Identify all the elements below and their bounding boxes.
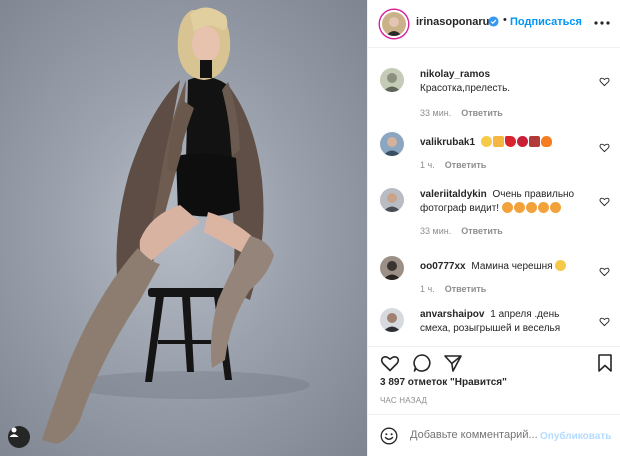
emoji-bouquet <box>528 136 540 147</box>
commenter-avatar[interactable] <box>380 256 404 280</box>
emoji-heart-eyes <box>549 202 561 213</box>
emoji-neutral-face <box>480 136 492 147</box>
comment-text: valeriitaldykin Очень правильно фотограф… <box>420 188 590 216</box>
smiley-icon[interactable] <box>380 427 398 445</box>
comment-username[interactable]: anvarshaipov <box>420 309 484 320</box>
emoji-grinning-face <box>555 260 567 271</box>
comment-meta: 1 ч. Ответить <box>420 284 486 294</box>
comment-text: valikrubak1 <box>420 136 590 150</box>
comment-age: 1 ч. <box>420 284 435 294</box>
action-bar <box>368 346 620 374</box>
post-header: irinasoponaru • Подписаться <box>368 0 620 48</box>
comment-age: 33 мин. <box>420 226 452 236</box>
comment-like-heart-icon[interactable] <box>599 142 610 153</box>
user-tag-icon[interactable] <box>8 426 30 448</box>
add-comment-input[interactable] <box>410 429 538 441</box>
emoji-heart-eyes <box>537 202 549 213</box>
add-comment-bar: Опубликовать <box>368 414 620 456</box>
reply-button[interactable]: Ответить <box>461 108 503 118</box>
commenter-avatar[interactable] <box>380 68 404 92</box>
comment-icon[interactable] <box>412 353 432 373</box>
emoji-red-heart <box>504 136 516 147</box>
comment-item: valeriitaldykin Очень правильно фотограф… <box>380 188 610 242</box>
comment-username[interactable]: valikrubak1 <box>420 137 475 148</box>
comment-username[interactable]: nikolay_ramos <box>420 69 490 80</box>
post-timestamp: ЧАС НАЗАД <box>380 396 428 405</box>
comment-item: nikolay_ramos Красотка,прелесть. 33 мин.… <box>380 68 610 118</box>
separator-dot: • <box>503 14 507 26</box>
comment-body: Мамина черешня <box>471 261 553 272</box>
follow-button[interactable]: Подписаться <box>510 16 582 28</box>
author-username[interactable]: irinasoponaru <box>416 16 489 28</box>
bookmark-icon[interactable] <box>595 353 615 373</box>
comment-item: anvarshaipov 1 апреля .день смеха, розыг… <box>380 308 610 346</box>
comment-item: oo0777xx Мамина черешня 1 ч. Ответить <box>380 256 610 296</box>
commenter-avatar[interactable] <box>380 132 404 156</box>
comment-age: 33 мин. <box>420 108 452 118</box>
photo-illustration <box>42 7 310 444</box>
emoji-heart-eyes <box>525 202 537 213</box>
comment-body: Красотка,прелесть. <box>420 83 511 94</box>
comment-meta: 33 мин. Ответить <box>420 108 503 118</box>
more-icon[interactable] <box>593 15 611 31</box>
comment-like-heart-icon[interactable] <box>599 76 610 87</box>
reply-button[interactable]: Ответить <box>445 160 487 170</box>
commenter-avatar[interactable] <box>380 308 404 332</box>
post-photo[interactable] <box>0 0 367 456</box>
emoji-heart-eyes <box>513 202 525 213</box>
comment-username[interactable]: oo0777xx <box>420 261 466 272</box>
comment-like-heart-icon[interactable] <box>599 196 610 207</box>
commenter-avatar[interactable] <box>380 188 404 212</box>
comments-list[interactable]: nikolay_ramos Красотка,прелесть. 33 мин.… <box>368 48 620 346</box>
paper-plane-icon[interactable] <box>443 353 463 373</box>
emoji-heart-eyes <box>501 202 513 213</box>
comment-meta: 1 ч. Ответить <box>420 160 486 170</box>
publish-button[interactable]: Опубликовать <box>540 431 611 442</box>
comment-like-heart-icon[interactable] <box>599 316 610 327</box>
comment-meta: 33 мин. Ответить <box>420 226 503 236</box>
emoji-rose <box>516 136 528 147</box>
comment-text: nikolay_ramos Красотка,прелесть. <box>420 68 590 96</box>
author-avatar[interactable] <box>380 10 408 38</box>
reply-button[interactable]: Ответить <box>461 226 503 236</box>
comment-text: anvarshaipov 1 апреля .день смеха, розыг… <box>420 308 590 336</box>
comment-age: 1 ч. <box>420 160 435 170</box>
emoji-thumbs-up <box>492 136 504 147</box>
comment-username[interactable]: valeriitaldykin <box>420 189 487 200</box>
comment-item: valikrubak1 1 ч. Ответить <box>380 132 610 172</box>
emoji-fire <box>540 136 552 147</box>
post-panel: irinasoponaru • Подписаться nikolay_ramo… <box>367 0 620 456</box>
comment-text: oo0777xx Мамина черешня <box>420 260 590 274</box>
heart-icon[interactable] <box>380 353 400 373</box>
verified-badge-icon <box>488 16 499 27</box>
comment-like-heart-icon[interactable] <box>599 266 610 277</box>
like-count[interactable]: 3 897 отметок "Нравится" <box>380 377 507 388</box>
reply-button[interactable]: Ответить <box>445 284 487 294</box>
